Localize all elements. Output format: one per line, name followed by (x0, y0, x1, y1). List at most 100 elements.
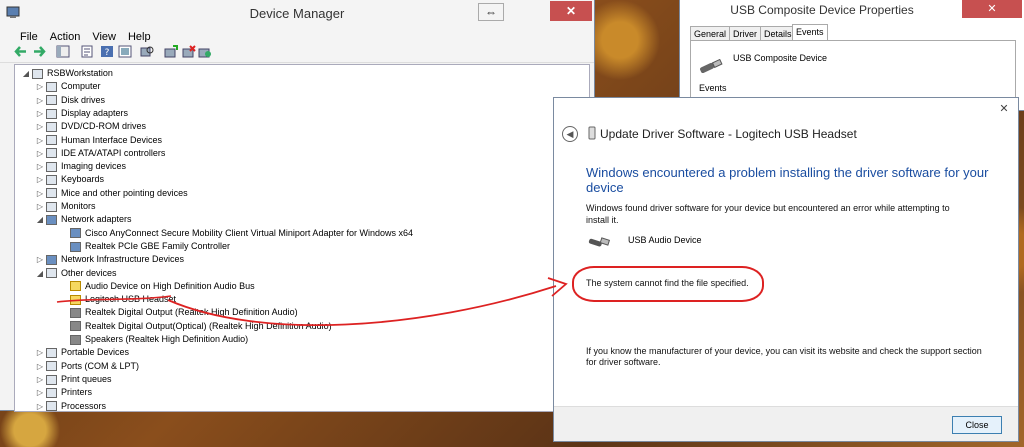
restore-button[interactable]: ⇔ (478, 3, 504, 21)
expand-toggle-icon[interactable]: ▷ (35, 134, 45, 147)
tree-item[interactable]: ▷ Portable Devices (35, 346, 129, 359)
tree-item[interactable]: ▷ Imaging devices (35, 160, 126, 173)
expand-toggle-icon[interactable]: ▷ (35, 147, 45, 160)
computer-icon (46, 81, 57, 92)
view-icon[interactable] (118, 45, 132, 58)
device-manager-titlebar[interactable]: Device Manager ⇔ ✕ (0, 0, 594, 28)
tree-item[interactable]: ◢ Network adapters (35, 213, 132, 226)
window-title: Device Manager (249, 6, 345, 21)
tree-item-label: Processors (61, 400, 107, 411)
camera-icon (46, 161, 57, 172)
tree-item-label: DVD/CD-ROM drives (61, 121, 147, 132)
scan-hardware-icon[interactable] (140, 45, 154, 58)
tree-item-label: Other devices (61, 267, 117, 278)
tree-item-label: Speakers (Realtek High Definition Audio) (85, 334, 249, 344)
expand-toggle-icon[interactable]: ▷ (35, 94, 45, 107)
tree-item[interactable]: ▷ Monitors (35, 200, 96, 213)
other-icon (46, 268, 57, 279)
dvd-icon (46, 121, 57, 132)
update-driver-dialog: ✕ ◀ Update Driver Software - Logitech US… (554, 98, 1018, 441)
tree-item-label: Printers (61, 387, 93, 398)
cpu-icon (46, 401, 57, 411)
tree-item[interactable]: ◢ Other devices (35, 267, 117, 280)
events-section-label: Events (699, 83, 727, 93)
tree-item[interactable]: ▷ Ports (COM & LPT) (35, 360, 139, 373)
tree-item[interactable]: ▷ Computer (35, 80, 101, 93)
usb-plug-icon (588, 126, 596, 140)
properties-device-name: USB Composite Device (733, 53, 828, 63)
monitor-icon (46, 201, 57, 212)
display-icon (46, 108, 57, 119)
device-name: USB Audio Device (628, 235, 702, 245)
tree-item-label: Print queues (61, 373, 112, 384)
tree-item-label: Imaging devices (61, 161, 127, 172)
expand-toggle-icon[interactable]: ▷ (35, 253, 45, 266)
dialog-window-title: Update Driver Software - Logitech USB He… (600, 127, 857, 141)
tree-item-label: Network adapters (61, 214, 132, 225)
expand-toggle-icon[interactable]: ◢ (35, 267, 45, 280)
properties-close-button[interactable]: ✕ (962, 0, 1022, 18)
expand-toggle-icon[interactable]: ▷ (35, 120, 45, 133)
expand-toggle-icon[interactable]: ▷ (35, 107, 45, 120)
hid-icon (46, 135, 57, 146)
tree-item-label: Cisco AnyConnect Secure Mobility Client … (85, 227, 413, 238)
tree-item[interactable]: ▷ Network Infrastructure Devices (35, 253, 184, 266)
expand-toggle-icon[interactable]: ▷ (35, 373, 45, 386)
speaker-icon (70, 334, 81, 345)
expand-toggle-icon[interactable]: ▷ (35, 400, 45, 412)
dialog-close-icon[interactable]: ✕ (996, 102, 1012, 116)
expand-toggle-icon[interactable]: ◢ (35, 213, 45, 226)
dialog-footer: Close (554, 406, 1018, 441)
support-message: If you know the manufacturer of your dev… (586, 346, 982, 367)
disable-device-icon[interactable] (198, 45, 212, 58)
printer-icon (46, 387, 57, 398)
tree-item[interactable]: Speakers (Realtek High Definition Audio) (59, 333, 248, 346)
expand-toggle-icon[interactable]: ◢ (21, 67, 31, 80)
network-icon (70, 241, 81, 252)
tree-item[interactable]: ▷ Display adapters (35, 107, 128, 120)
printer-icon (46, 374, 57, 385)
port-icon (46, 361, 57, 372)
expand-toggle-icon[interactable]: ▷ (35, 200, 45, 213)
show-hide-console-icon[interactable] (56, 45, 70, 58)
tree-item-label: Network Infrastructure Devices (61, 254, 185, 265)
network-icon (70, 228, 81, 239)
uninstall-icon[interactable] (182, 45, 196, 58)
expand-toggle-icon[interactable]: ▷ (35, 80, 45, 93)
tree-item[interactable]: Cisco AnyConnect Secure Mobility Client … (59, 227, 413, 240)
tree-item[interactable]: ▷ Printers (35, 386, 92, 399)
svg-text:?: ? (105, 48, 110, 58)
forward-arrow-icon[interactable] (32, 45, 46, 58)
properties-sheet-icon[interactable] (80, 45, 94, 58)
tree-item[interactable]: ▷ Mice and other pointing devices (35, 187, 188, 200)
device-tree[interactable]: ◢ RSBWorkstation ▷ Computer ▷ Disk drives ▷ Dis… (14, 64, 590, 412)
tree-item[interactable]: ▷ Human Interface Devices (35, 134, 162, 147)
back-arrow-icon[interactable] (14, 45, 28, 58)
red-underline-annotation (56, 295, 172, 303)
tree-item[interactable]: ▷ IDE ATA/ATAPI controllers (35, 147, 165, 160)
tree-item[interactable]: ▷ Keyboards (35, 173, 104, 186)
expand-toggle-icon[interactable]: ▷ (35, 160, 45, 173)
update-driver-icon[interactable] (164, 45, 178, 58)
tree-item[interactable]: ▷ DVD/CD-ROM drives (35, 120, 146, 133)
expand-toggle-icon[interactable]: ▷ (35, 173, 45, 186)
toolbar: ? (0, 42, 594, 63)
device-manager-window: Device Manager ⇔ ✕ File Action View Help ? … (0, 0, 594, 412)
tree-item[interactable]: ▷ Disk drives (35, 94, 105, 107)
close-button[interactable]: Close (952, 416, 1002, 434)
tree-item[interactable]: Realtek PCIe GBE Family Controller (59, 240, 230, 253)
expand-toggle-icon[interactable]: ▷ (35, 346, 45, 359)
help-icon[interactable]: ? (100, 45, 114, 58)
tree-item-label: Monitors (61, 201, 96, 211)
expand-toggle-icon[interactable]: ▷ (35, 187, 45, 200)
tree-item[interactable]: ▷ Processors (35, 400, 107, 412)
tree-item-label: Realtek Digital Output(Optical) (Realtek… (85, 320, 332, 331)
expand-toggle-icon[interactable]: ▷ (35, 360, 45, 373)
back-arrow-icon[interactable]: ◀ (562, 126, 578, 142)
close-button[interactable]: ✕ (550, 1, 592, 21)
tree-item[interactable]: ◢ RSBWorkstation (21, 67, 113, 80)
tree-item[interactable]: ▷ Print queues (35, 373, 112, 386)
expand-toggle-icon[interactable]: ▷ (35, 386, 45, 399)
tree-item[interactable]: Realtek Digital Output(Optical) (Realtek… (59, 320, 332, 333)
tree-item-label: Realtek PCIe GBE Family Controller (85, 240, 231, 251)
